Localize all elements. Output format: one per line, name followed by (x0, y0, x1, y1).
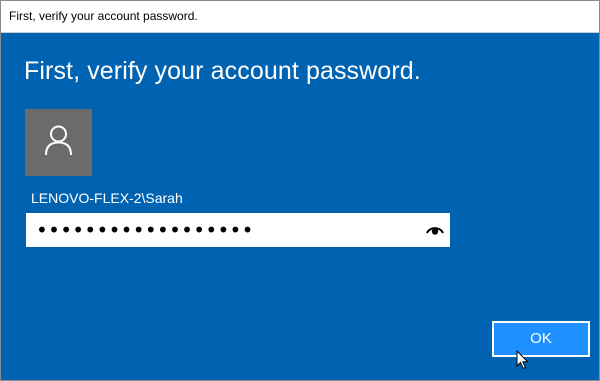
password-value: •••••••••••••••••• (36, 218, 254, 242)
window-title: First, verify your account password. (9, 9, 198, 23)
page-title: First, verify your account password. (24, 57, 421, 85)
ok-button[interactable]: OK (492, 321, 590, 357)
mouse-cursor-icon (516, 349, 529, 375)
reveal-password-button[interactable] (424, 219, 446, 241)
eye-icon (426, 227, 444, 235)
dialog-window: First, verify your account password. Fir… (0, 0, 600, 381)
user-icon (45, 125, 72, 156)
password-input[interactable]: •••••••••••••••••• (26, 213, 450, 247)
title-bar: First, verify your account password. (1, 1, 599, 33)
account-username: LENOVO-FLEX-2\Sarah (31, 190, 183, 206)
avatar (25, 109, 92, 176)
